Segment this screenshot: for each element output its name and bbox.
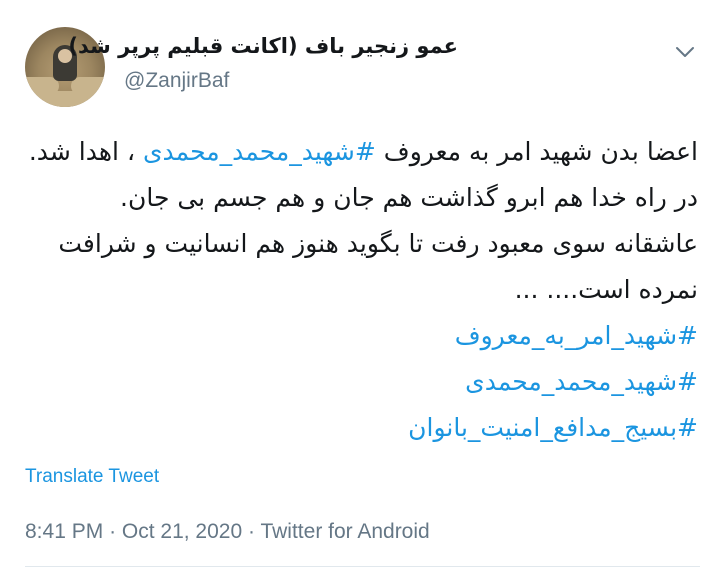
tweet-date[interactable]: Oct 21, 2020 [122, 520, 242, 543]
author-handle[interactable]: @ZanjirBaf [124, 69, 229, 93]
meta-separator: · [109, 520, 117, 543]
tweet-card: عمو زنجیر باف (اکانت قبلیم پرپر شد) @Zan… [0, 0, 720, 575]
tweet-header: عمو زنجیر باف (اکانت قبلیم پرپر شد) @Zan… [0, 22, 720, 112]
tweet-text-line: عاشقانه سوی معبود رفت تا بگوید هنوز هم ا… [58, 229, 698, 304]
hashtag-link[interactable]: #بسیج_مدافع_امنیت_بانوان [18, 405, 698, 451]
avatar-sandbag [35, 91, 95, 107]
divider [25, 566, 700, 567]
tweet-text-line: در راه خدا هم ابرو گذاشت هم جان و هم جسم… [120, 183, 698, 212]
tweet-text-segment: ، اهدا شد. [28, 137, 143, 166]
meta-separator: · [248, 520, 255, 543]
hashtag-link[interactable]: #شهید_امر_به_معروف [18, 313, 698, 359]
chevron-down-icon [676, 47, 694, 57]
tweet-time[interactable]: 8:41 PM [25, 520, 103, 543]
hashtag-link[interactable]: #شهید_محمد_محمدی [18, 359, 698, 405]
tweet-text-segment: اعضا بدن شهید امر به معروف [375, 137, 698, 166]
tweet-meta: 8:41 PM · Oct 21, 2020 · Twitter for And… [25, 520, 430, 544]
tweet-text: اعضا بدن شهید امر به معروف #شهید_محمد_مح… [18, 129, 698, 451]
author-display-name[interactable]: عمو زنجیر باف (اکانت قبلیم پرپر شد) [68, 34, 458, 58]
more-options-button[interactable] [672, 39, 698, 65]
translate-tweet-link[interactable]: Translate Tweet [25, 466, 159, 488]
hashtag-link[interactable]: #شهید_محمد_محمدی [143, 137, 376, 166]
tweet-source[interactable]: Twitter for Android [260, 520, 429, 543]
